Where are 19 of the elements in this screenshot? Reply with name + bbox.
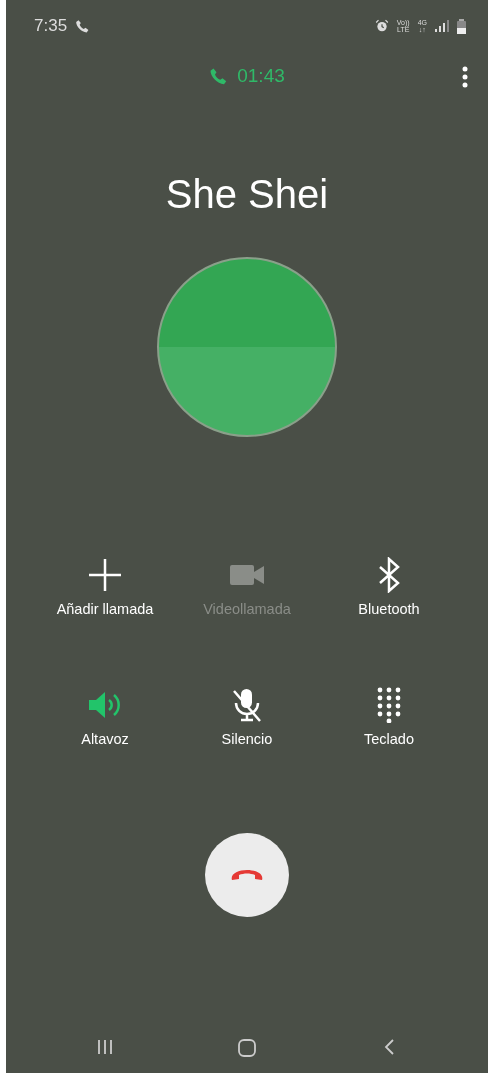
signal-icon [435,20,449,32]
recent-apps-icon[interactable] [97,1039,113,1055]
call-action-button[interactable]: Altavoz [34,687,176,747]
home-icon[interactable] [238,1039,256,1057]
battery-icon [457,18,466,34]
call-action-button[interactable]: Silencio [176,687,318,747]
plus-icon [87,557,123,593]
phone-icon [209,67,228,85]
more-options-icon[interactable] [462,66,468,88]
alarm-clock-icon [374,19,389,33]
call-duration: 01:43 [237,65,285,87]
status-time: 7:35 [34,16,68,36]
call-action-button[interactable]: Añadir llamada [34,557,176,617]
call-action-button[interactable]: Bluetooth [318,557,460,617]
hang-up-icon [230,868,264,882]
phone-icon [75,19,90,33]
back-icon[interactable] [383,1039,395,1055]
contact-name: She Shei [165,172,329,217]
call-action-button[interactable]: Teclado [318,687,460,747]
